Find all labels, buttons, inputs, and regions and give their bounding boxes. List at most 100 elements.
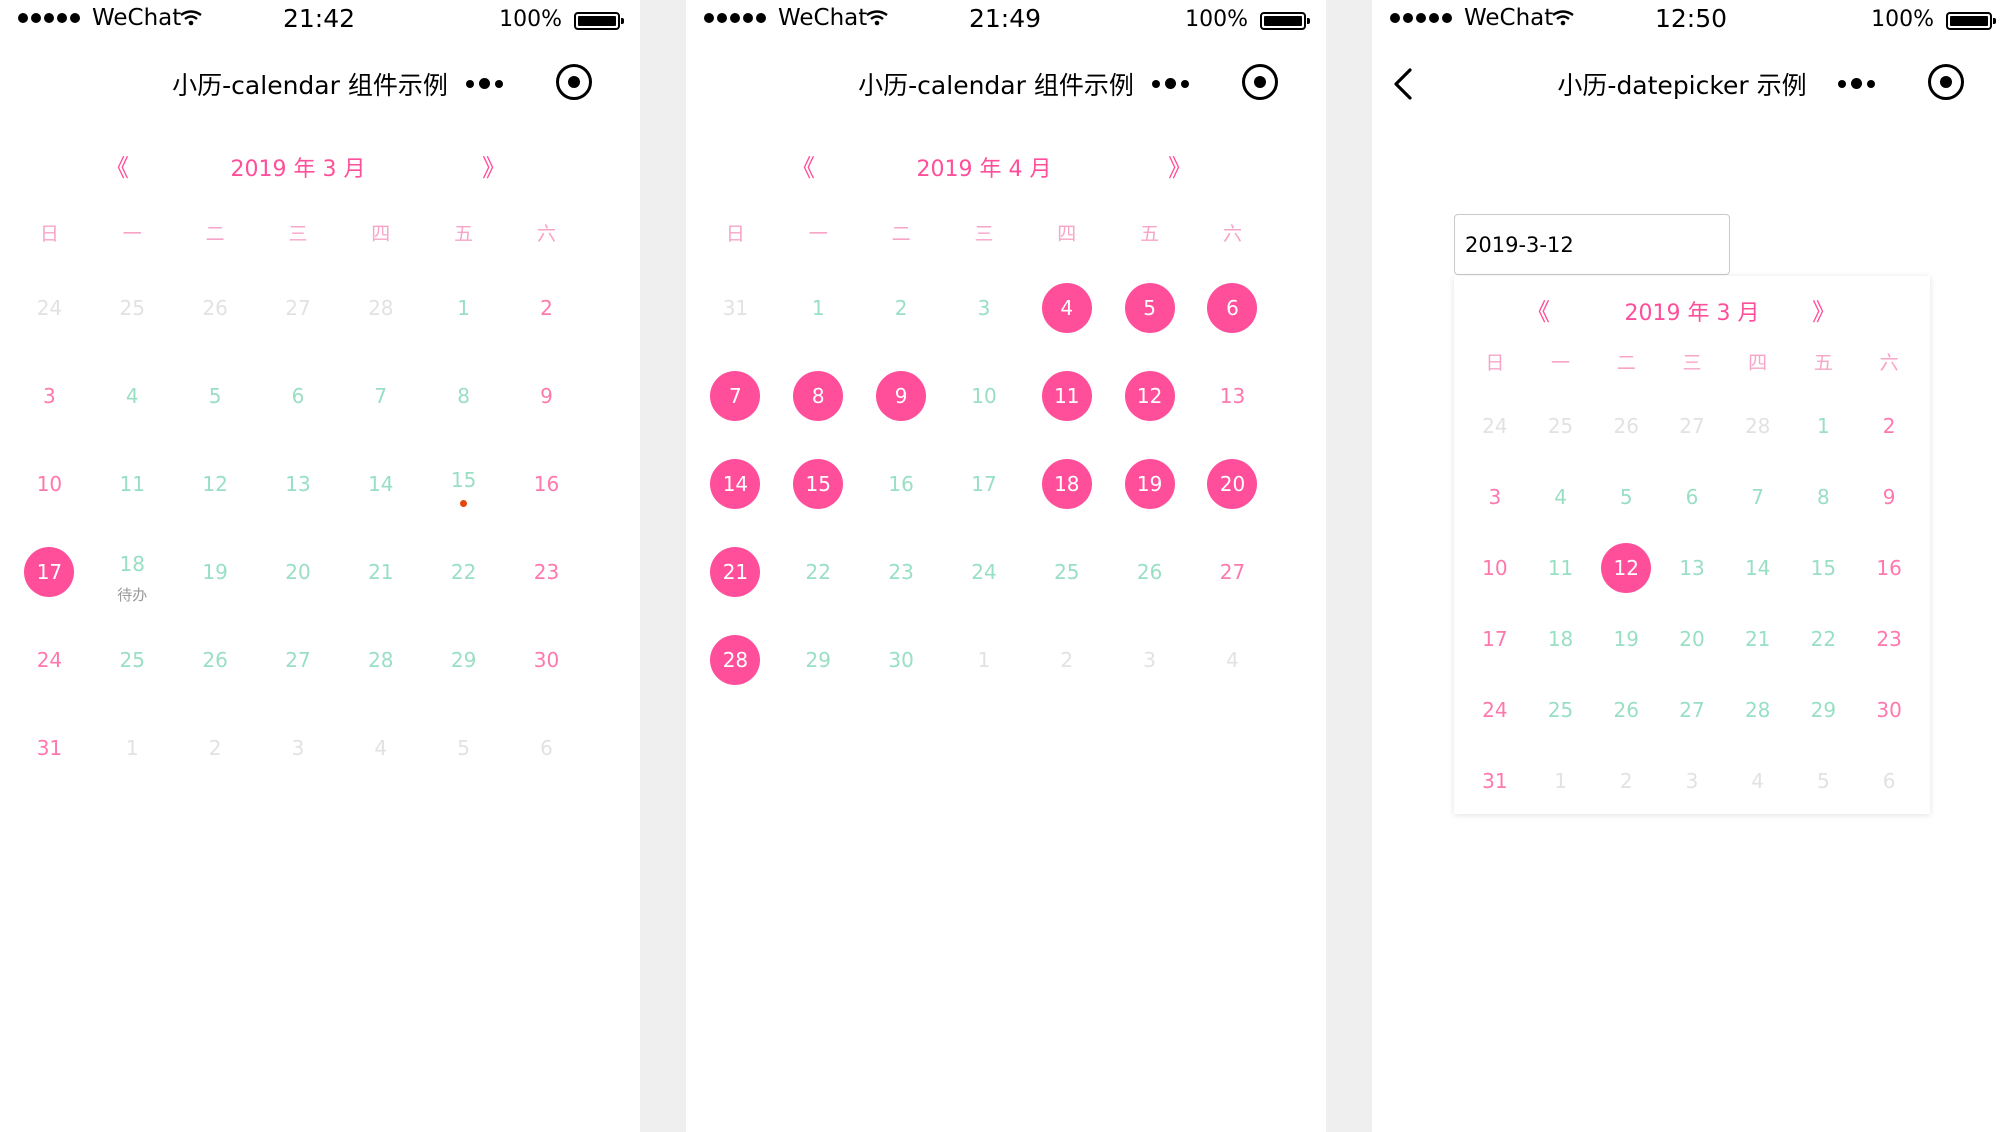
calendar-day[interactable]: 17 [1462, 603, 1528, 674]
calendar-day[interactable]: 1 [91, 704, 174, 792]
calendar-day[interactable]: 9 [860, 352, 943, 440]
next-month-button[interactable]: 》 [1804, 292, 1844, 327]
calendar-day[interactable]: 25 [1528, 674, 1594, 745]
calendar-day[interactable]: 23 [860, 528, 943, 616]
calendar-day[interactable]: 4 [1528, 461, 1594, 532]
calendar-day[interactable]: 5 [1791, 745, 1857, 816]
calendar-day[interactable]: 31 [694, 264, 777, 352]
calendar-day[interactable]: 9 [505, 352, 588, 440]
calendar-day[interactable]: 16 [505, 440, 588, 528]
more-options-icon[interactable] [466, 78, 503, 89]
calendar-day[interactable]: 18 待办 [91, 528, 174, 616]
close-miniprogram-icon[interactable] [556, 64, 592, 100]
calendar-day[interactable]: 20 [1191, 440, 1274, 528]
next-month-button[interactable]: 》 [474, 148, 514, 183]
calendar-day[interactable]: 31 [1462, 745, 1528, 816]
calendar-day[interactable]: 12 [1593, 532, 1659, 603]
calendar-day[interactable]: 26 [174, 264, 257, 352]
calendar-day[interactable]: 19 [174, 528, 257, 616]
calendar-day[interactable]: 3 [1108, 616, 1191, 704]
calendar-day[interactable]: 10 [1462, 532, 1528, 603]
back-arrow-icon[interactable] [1386, 66, 1422, 102]
calendar-day[interactable]: 24 [8, 264, 91, 352]
calendar-day[interactable]: 6 [1659, 461, 1725, 532]
calendar-day[interactable]: 10 [8, 440, 91, 528]
calendar-day[interactable]: 24 [8, 616, 91, 704]
calendar-day[interactable]: 11 [91, 440, 174, 528]
calendar-day[interactable]: 6 [257, 352, 340, 440]
calendar-day[interactable]: 1 [422, 264, 505, 352]
calendar-day[interactable]: 26 [1108, 528, 1191, 616]
calendar-day[interactable]: 26 [174, 616, 257, 704]
calendar-day[interactable]: 18 [1025, 440, 1108, 528]
calendar-day[interactable]: 28 [1725, 390, 1791, 461]
calendar-day[interactable]: 29 [422, 616, 505, 704]
calendar-day[interactable]: 5 [1593, 461, 1659, 532]
calendar-day[interactable]: 1 [777, 264, 860, 352]
calendar-day[interactable]: 10 [943, 352, 1026, 440]
calendar-day[interactable]: 28 [694, 616, 777, 704]
calendar-day[interactable]: 15 [422, 440, 505, 528]
calendar-day[interactable]: 22 [777, 528, 860, 616]
calendar-day[interactable]: 3 [257, 704, 340, 792]
calendar-day[interactable]: 3 [8, 352, 91, 440]
calendar-day[interactable]: 29 [1791, 674, 1857, 745]
calendar-day[interactable]: 27 [257, 616, 340, 704]
calendar-day[interactable]: 15 [777, 440, 860, 528]
calendar-day[interactable]: 17 [8, 528, 91, 616]
calendar-day[interactable]: 5 [422, 704, 505, 792]
calendar-day[interactable]: 13 [1191, 352, 1274, 440]
calendar-day[interactable]: 14 [694, 440, 777, 528]
calendar-day[interactable]: 18 [1528, 603, 1594, 674]
calendar-day[interactable]: 3 [1462, 461, 1528, 532]
calendar-day[interactable]: 28 [1725, 674, 1791, 745]
calendar-day[interactable]: 8 [777, 352, 860, 440]
calendar-day[interactable]: 24 [1462, 390, 1528, 461]
calendar-day[interactable]: 23 [1856, 603, 1922, 674]
calendar-day[interactable]: 19 [1108, 440, 1191, 528]
calendar-day[interactable]: 26 [1593, 674, 1659, 745]
calendar-day[interactable]: 4 [1191, 616, 1274, 704]
calendar-day[interactable]: 1 [1791, 390, 1857, 461]
calendar-day[interactable]: 2 [1856, 390, 1922, 461]
calendar-day[interactable]: 3 [1659, 745, 1725, 816]
calendar-day[interactable]: 27 [1191, 528, 1274, 616]
calendar-day[interactable]: 4 [91, 352, 174, 440]
calendar-day[interactable]: 27 [1659, 674, 1725, 745]
calendar-day[interactable]: 16 [860, 440, 943, 528]
calendar-day[interactable]: 14 [339, 440, 422, 528]
calendar-day[interactable]: 12 [174, 440, 257, 528]
calendar-day[interactable]: 24 [1462, 674, 1528, 745]
calendar-day[interactable]: 25 [1025, 528, 1108, 616]
calendar-day[interactable]: 2 [1593, 745, 1659, 816]
calendar-day[interactable]: 28 [339, 616, 422, 704]
calendar-day[interactable]: 16 [1856, 532, 1922, 603]
calendar-day[interactable]: 6 [1191, 264, 1274, 352]
calendar-day[interactable]: 1 [943, 616, 1026, 704]
more-options-icon[interactable] [1838, 78, 1875, 89]
calendar-day[interactable]: 8 [1791, 461, 1857, 532]
calendar-day[interactable]: 29 [777, 616, 860, 704]
calendar-day[interactable]: 9 [1856, 461, 1922, 532]
calendar-day[interactable]: 7 [1725, 461, 1791, 532]
calendar-day[interactable]: 25 [91, 616, 174, 704]
calendar-day[interactable]: 5 [174, 352, 257, 440]
close-miniprogram-icon[interactable] [1242, 64, 1278, 100]
calendar-day[interactable]: 17 [943, 440, 1026, 528]
calendar-day[interactable]: 27 [257, 264, 340, 352]
calendar-day[interactable]: 2 [505, 264, 588, 352]
calendar-day[interactable]: 21 [694, 528, 777, 616]
calendar-day[interactable]: 2 [1025, 616, 1108, 704]
calendar-day[interactable]: 22 [1791, 603, 1857, 674]
calendar-day[interactable]: 6 [1856, 745, 1922, 816]
calendar-day[interactable]: 7 [694, 352, 777, 440]
calendar-day[interactable]: 1 [1528, 745, 1594, 816]
calendar-day[interactable]: 31 [8, 704, 91, 792]
calendar-day[interactable]: 20 [257, 528, 340, 616]
calendar-day[interactable]: 3 [943, 264, 1026, 352]
calendar-day[interactable]: 6 [505, 704, 588, 792]
calendar-day[interactable]: 4 [1725, 745, 1791, 816]
calendar-day[interactable]: 23 [505, 528, 588, 616]
calendar-day[interactable]: 11 [1025, 352, 1108, 440]
calendar-day[interactable]: 22 [422, 528, 505, 616]
